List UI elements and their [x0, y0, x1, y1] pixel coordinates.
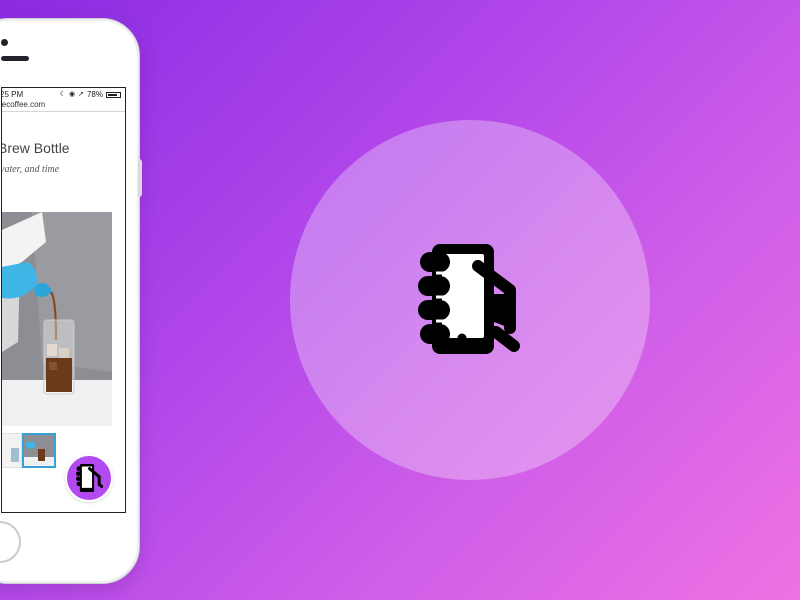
url-text[interactable]: lecoffee.com: [2, 100, 45, 109]
earpiece-speaker: [1, 56, 29, 61]
iphone-frame: 25 PM ☾ ◉ ➚ 78% lecoffee.com Brew Bottle…: [0, 18, 142, 584]
product-photo[interactable]: [2, 212, 112, 426]
address-bar-divider: [2, 111, 125, 112]
thumbnail-image: [24, 435, 54, 466]
hand-holding-phone-icon: [418, 244, 520, 354]
pouring-cold-brew-illustration: [2, 212, 112, 426]
thumbnail-1[interactable]: [2, 433, 22, 468]
thumbnail-image: [2, 434, 21, 467]
location-arrow-icon: ➚: [78, 90, 84, 98]
product-title: Brew Bottle: [1, 140, 70, 156]
product-subtitle: vater, and time: [1, 164, 60, 175]
battery-percent: 78%: [86, 90, 103, 99]
status-indicators: ☾ ◉ ➚ 78%: [60, 90, 121, 99]
phone-screen: 25 PM ☾ ◉ ➚ 78% lecoffee.com Brew Bottle…: [1, 87, 126, 513]
moon-icon: ☾: [59, 90, 66, 98]
lock-rotation-icon: ◉: [69, 90, 76, 98]
front-camera: [1, 39, 8, 46]
hand-holding-phone-icon: [76, 464, 103, 492]
status-time: 25 PM: [1, 90, 24, 99]
home-button[interactable]: [0, 521, 21, 563]
side-button: [138, 159, 142, 197]
hero-circle: [290, 120, 650, 480]
battery-icon: [106, 91, 121, 98]
phone-in-hand-badge[interactable]: [65, 454, 113, 502]
battery-level: [108, 93, 117, 96]
thumbnail-2-selected[interactable]: [22, 433, 56, 468]
